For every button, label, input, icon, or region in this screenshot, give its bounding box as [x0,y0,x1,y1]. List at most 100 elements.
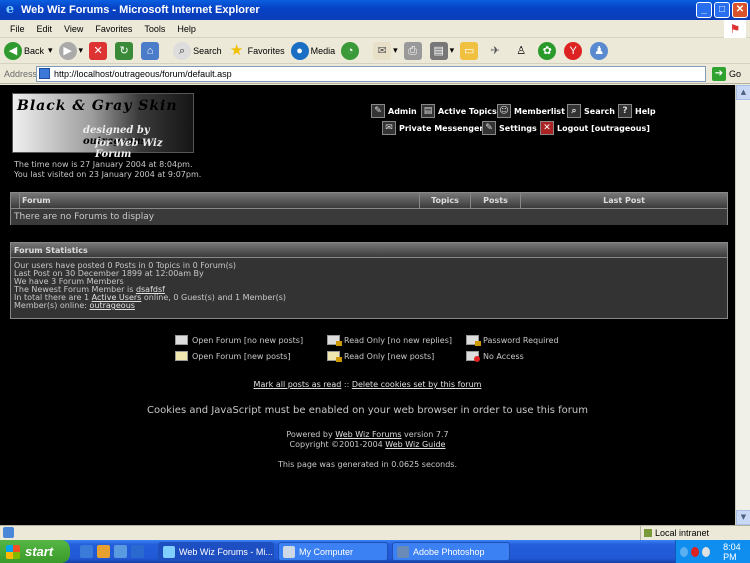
taskbar: start Web Wiz Forums - Mi... My Computer… [0,540,750,563]
envelope-icon [175,335,188,345]
start-button[interactable]: start [0,540,70,563]
minimize-button[interactable]: _ [696,2,712,18]
cookies-notice: Cookies and JavaScript must be enabled o… [147,405,588,416]
scroll-up-icon[interactable]: ▲ [736,85,750,100]
mail-button[interactable]: ✉ ▾ [373,41,398,60]
page-done-icon [3,527,14,538]
history-icon: ◔ [341,41,360,60]
toolbar: ◀ Back ▾ ▶ ▾ ✕ ↻ ⌂ ⌕ Search ★ Favorites ● Medi… [0,38,750,64]
legend-no-access: No Access [466,351,524,362]
delete-cookies-link[interactable]: Delete cookies set by this forum [352,380,482,389]
refresh-icon: ↻ [115,41,134,60]
title-bar[interactable]: e Web Wiz Forums - Microsoft Internet Ex… [0,0,750,20]
addon-button[interactable]: ✿ [538,41,558,60]
plane-icon: ✈ [490,44,500,57]
ie-quicklaunch-icon[interactable] [80,545,93,558]
ie-icon: e [5,2,15,17]
forum-table: Forum Topics Posts Last Post There are n… [10,192,728,225]
maximize-button[interactable]: □ [714,2,730,18]
forum-empty-message: There are no Forums to display [11,209,727,225]
col-last-post: Last Post [520,193,727,208]
edit-button[interactable]: ▤ ▾ [429,41,454,60]
stop-button[interactable]: ✕ [89,41,109,60]
credits: Powered by Web Wiz Forums version 7.7 Co… [286,430,449,449]
mail-icon: ✉ [373,41,392,60]
desktop-quicklaunch-icon[interactable] [114,545,127,558]
menu-tools[interactable]: Tools [138,24,171,34]
menu-view[interactable]: View [58,24,89,34]
menu-favorites[interactable]: Favorites [89,24,138,34]
home-icon: ⌂ [141,41,160,60]
menu-help[interactable]: Help [171,24,202,34]
legend-read-only-new: Read Only [new posts] [327,351,434,362]
active-topics-icon: ▤ [421,104,435,118]
forum-statistics: Forum Statistics Our users have posted 0… [10,242,728,319]
print-button[interactable]: ⎙ [403,41,424,60]
close-button[interactable]: ✕ [732,2,748,18]
history-button[interactable]: ◔ [341,41,361,60]
nav-settings[interactable]: ✎ Settings [482,121,537,135]
address-input[interactable]: http://localhost/outrageous/forum/defaul… [36,65,706,82]
research-button[interactable]: ✈ [486,42,506,60]
search-icon: ⌕ [173,41,192,60]
forward-button[interactable]: ▶ ▾ [58,41,83,60]
discuss-button[interactable]: ▭ [460,41,480,60]
edit-icon: ▤ [429,41,448,60]
search-button[interactable]: ⌕ Search [173,41,222,60]
nav-search[interactable]: ⌕ Search [567,104,615,118]
security-icon[interactable] [691,546,700,557]
people-button[interactable]: ♟ [590,41,610,60]
nav-active-topics[interactable]: ▤ Active Topics [421,104,497,118]
browser-window: e Web Wiz Forums - Microsoft Internet Ex… [0,0,750,540]
nav-memberlist[interactable]: ☺ Memberlist [497,104,565,118]
nav-help[interactable]: ? Help [618,104,656,118]
computer-icon [283,545,295,558]
refresh-button[interactable]: ↻ [115,41,135,60]
settings-icon: ✎ [482,121,496,135]
clock[interactable]: 8:04 PM [723,542,750,562]
outlook-quicklaunch-icon[interactable] [131,545,144,558]
legend-open-new: Open Forum [new posts] [175,351,291,361]
window-title: Web Wiz Forums - Microsoft Internet Expl… [21,4,260,16]
messenger-button[interactable]: ♙ [512,42,532,60]
page-content: Black & Gray Skin designed by outrageous… [0,85,735,525]
col-forum: Forum [19,193,419,208]
page-icon [39,68,50,79]
media-icon: ● [290,41,309,60]
media-button[interactable]: ● Media [290,41,335,60]
windows-logo-icon [6,544,20,559]
home-button[interactable]: ⌂ [141,41,161,60]
nav-private-messenger[interactable]: ✉ Private Messenger [382,121,483,135]
menu-bar: File Edit View Favorites Tools Help [0,20,750,38]
web-wiz-guide-link[interactable]: Web Wiz Guide [385,440,445,449]
windows-logo-icon: ⚑ [724,20,746,38]
nav-admin[interactable]: ✎ Admin [371,104,417,118]
menu-file[interactable]: File [4,24,31,34]
go-button[interactable]: ➔ Go [712,66,741,81]
no-access-icon [466,351,480,362]
online-member-link[interactable]: outrageous [90,301,135,310]
task-web-wiz-forums[interactable]: Web Wiz Forums - Mi... [158,542,274,561]
web-wiz-forums-link[interactable]: Web Wiz Forums [335,430,401,439]
scroll-down-icon[interactable]: ▼ [736,510,750,525]
forward-arrow-icon: ▶ [58,41,77,60]
task-adobe-photoshop[interactable]: Adobe Photoshop [392,542,510,561]
stats-body: Our users have posted 0 Posts in 0 Topic… [11,258,727,318]
time-info: The time now is 27 January 2004 at 8:04p… [14,160,202,179]
menu-edit[interactable]: Edit [31,24,59,34]
back-arrow-icon: ◀ [4,41,22,60]
task-my-computer[interactable]: My Computer [278,542,388,561]
media-quicklaunch-icon[interactable] [97,545,110,558]
mark-all-read-link[interactable]: Mark all posts as read [254,380,342,389]
envelope-icon: ✉ [382,121,396,135]
nav-logout[interactable]: ✕ Logout [outrageous] [540,121,650,135]
locked-envelope-icon [327,335,342,346]
volume-icon[interactable] [702,546,711,557]
forum-logo[interactable]: Black & Gray Skin designed by outrageous… [12,93,194,160]
back-button[interactable]: ◀ Back ▾ [4,41,53,60]
yahoo-button[interactable]: Y [564,41,584,60]
vertical-scrollbar[interactable]: ▲ ▼ [735,85,750,525]
go-arrow-icon: ➔ [712,66,726,81]
network-icon[interactable] [680,546,689,557]
favorites-button[interactable]: ★ Favorites [228,42,285,60]
